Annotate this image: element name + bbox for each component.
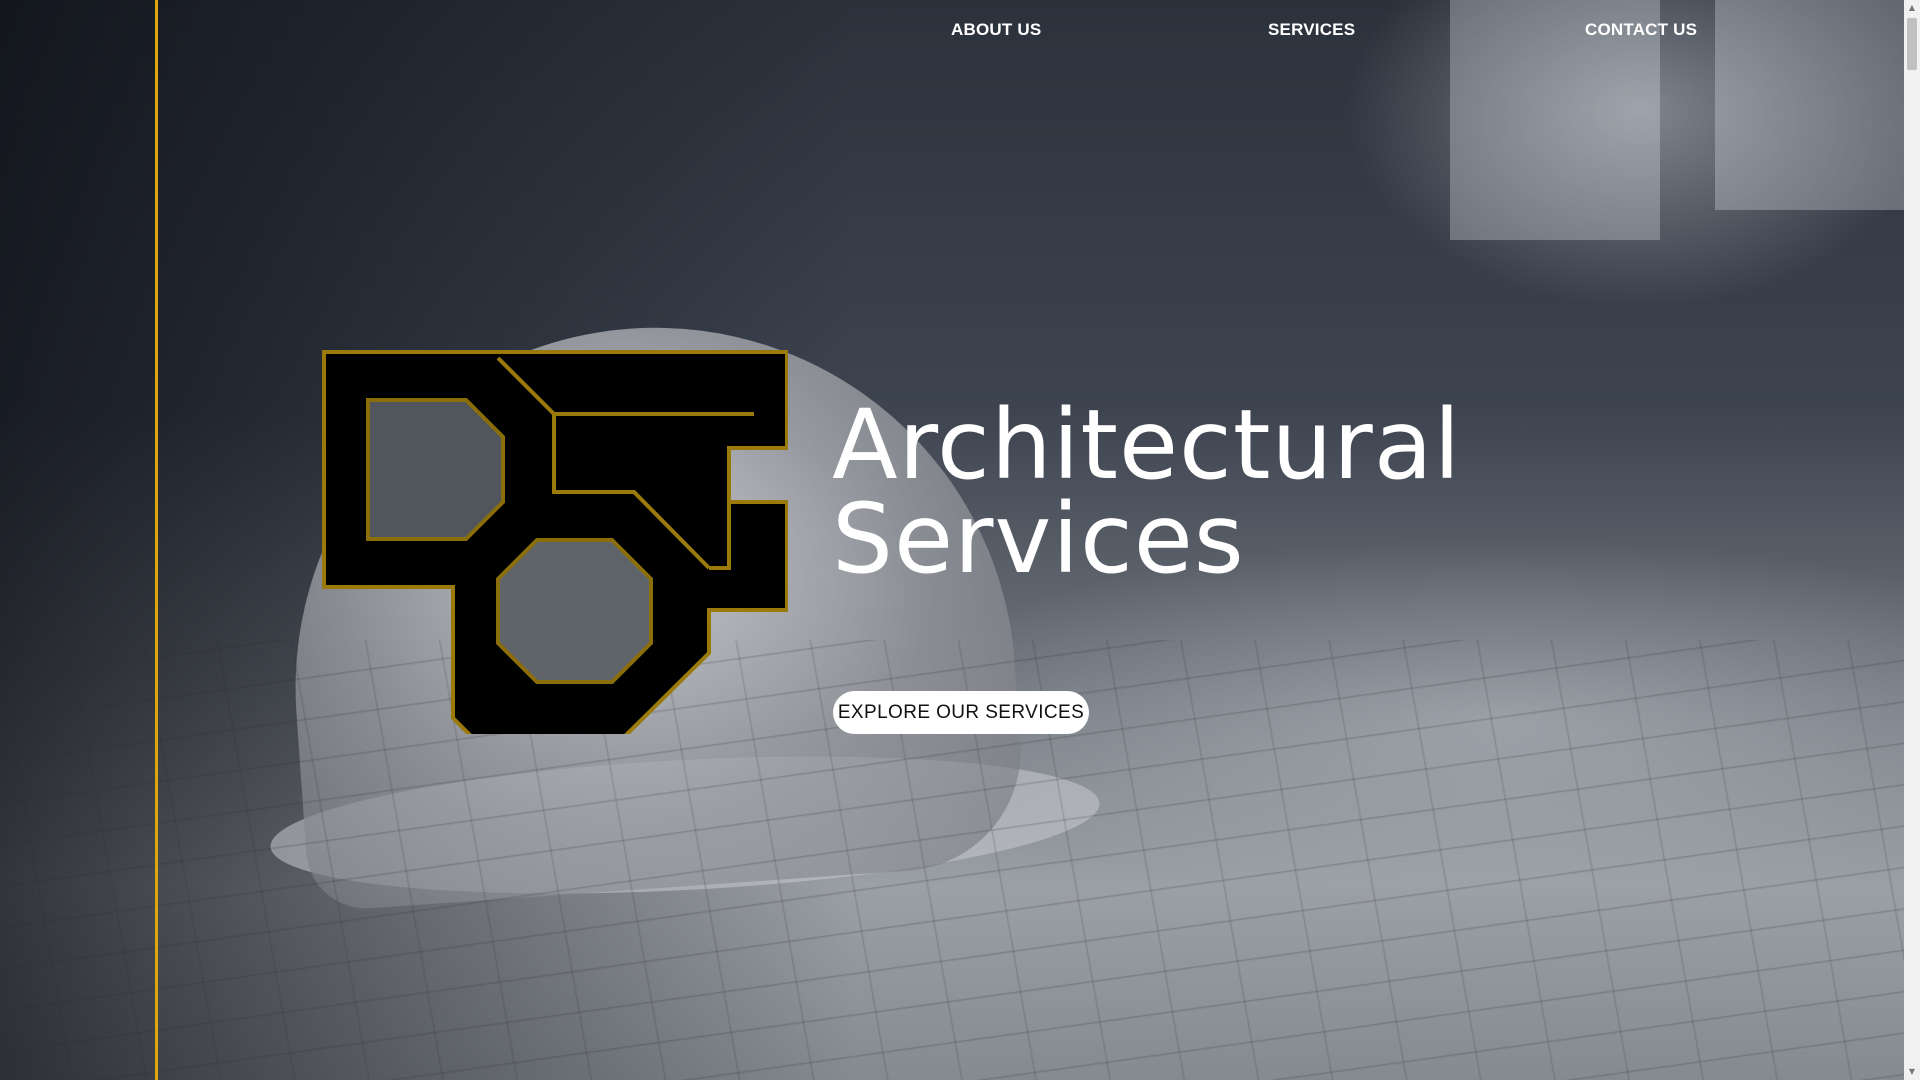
company-logo	[322, 350, 788, 734]
scroll-up-arrow-icon[interactable]: ▲	[1904, 0, 1920, 16]
nav-contact-us[interactable]: CONTACT US	[1585, 20, 1697, 40]
logo-d-counter	[366, 398, 505, 541]
accent-divider-line	[155, 0, 158, 1080]
headline-line-1: Architectural	[832, 389, 1462, 501]
logo-o-counter	[496, 538, 653, 684]
scrollbar-thumb[interactable]	[1907, 18, 1917, 70]
vertical-scrollbar[interactable]: ▲ ▼	[1904, 0, 1920, 1080]
scroll-down-arrow-icon[interactable]: ▼	[1904, 1064, 1920, 1080]
nav-about-us[interactable]: ABOUT US	[951, 20, 1041, 40]
nav-services[interactable]: SERVICES	[1268, 20, 1355, 40]
headline-line-2: Services	[832, 483, 1245, 595]
explore-services-button[interactable]: EXPLORE OUR SERVICES	[833, 691, 1089, 734]
hero-headline: Architectural Services	[832, 389, 1462, 595]
top-navigation: ABOUT US SERVICES CONTACT US	[0, 0, 1904, 60]
helmet-brim-image	[267, 738, 1103, 912]
